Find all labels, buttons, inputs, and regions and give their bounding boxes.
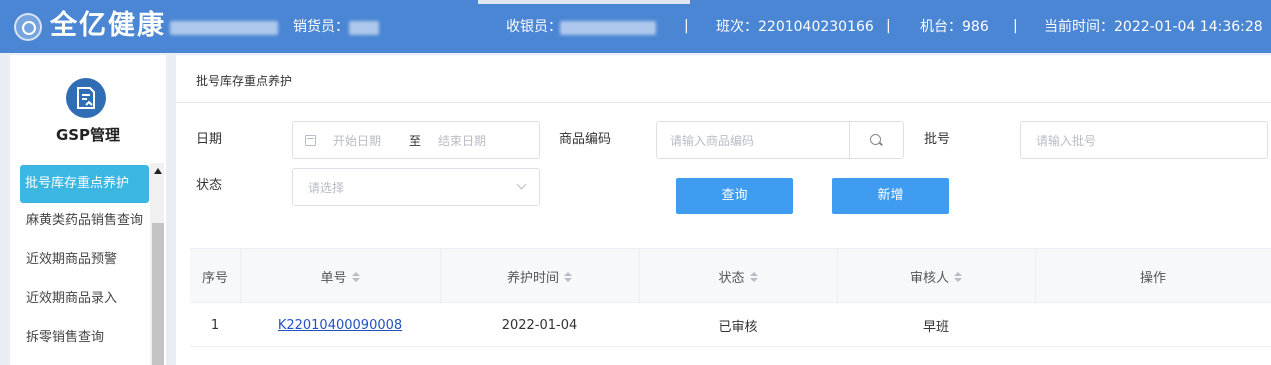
header-separator: | — [1013, 18, 1018, 34]
current-time: 当前时间：2022-01-04 14:36:28 — [1044, 19, 1263, 35]
gsp-module-icon — [66, 78, 106, 118]
chevron-down-icon — [516, 179, 527, 190]
header-top-strip — [478, 0, 690, 4]
col-reviewer-label: 审核人 — [909, 271, 949, 286]
sort-icon[interactable] — [351, 271, 360, 282]
row-index: 1 — [210, 317, 220, 333]
sort-icon[interactable] — [564, 271, 572, 282]
terminal-label: 机台：986 — [920, 19, 989, 35]
maintenance-table: 序号 单号 养护时间 状态 审核人 操作 1 K22010400090008 2… — [190, 248, 1271, 365]
status-select[interactable]: 请选择 — [292, 168, 540, 206]
table-row: 1 K22010400090008 2022-01-04 已审核 早班 — [190, 303, 1271, 347]
col-maintenance-time[interactable]: 养护时间 — [440, 249, 639, 304]
row-status: 已审核 — [718, 319, 758, 335]
col-reviewer[interactable]: 审核人 — [837, 249, 1035, 304]
calendar-icon — [305, 135, 316, 146]
status-placeholder: 请选择 — [308, 181, 345, 195]
order-no-link[interactable]: K22010400090008 — [278, 318, 402, 333]
header-separator: | — [886, 18, 891, 34]
main-panel: 批号库存重点养护 日期 开始日期 至 结束日期 商品编码 请输入商品编码 批号 … — [176, 55, 1271, 365]
batch-placeholder: 请输入批号 — [1036, 134, 1097, 148]
date-label: 日期 — [196, 132, 223, 147]
sidebar-item-ephedrine-sales[interactable]: 麻黄类药品销售查询 — [20, 202, 160, 240]
row-order-no-cell: K22010400090008 — [240, 303, 440, 347]
redacted-cashier — [560, 21, 656, 35]
col-actions-label: 操作 — [1139, 271, 1166, 286]
sort-icon[interactable] — [954, 271, 962, 282]
row-reviewer: 早班 — [922, 319, 949, 335]
salesperson-label: 销货员： — [293, 19, 349, 35]
status-label: 状态 — [196, 178, 223, 193]
row-time: 2022-01-04 — [501, 317, 578, 333]
search-icon — [870, 134, 881, 145]
add-button[interactable]: 新增 — [832, 178, 949, 214]
col-index-label: 序号 — [201, 271, 228, 286]
sidebar-item-batch-maintenance[interactable]: 批号库存重点养护 — [20, 165, 149, 203]
redacted-salesperson — [349, 21, 379, 35]
module-title: GSP管理 — [55, 126, 121, 144]
col-status[interactable]: 状态 — [639, 249, 837, 304]
logo-icon — [14, 13, 42, 41]
shift-label: 班次：2201040230166 — [716, 19, 874, 35]
sidebar-item-expiry-entry[interactable]: 近效期商品录入 — [20, 280, 160, 318]
col-order-no-label: 单号 — [320, 271, 347, 286]
cashier-label: 收银员： — [506, 19, 562, 35]
sidebar-scroll-thumb[interactable] — [152, 223, 164, 365]
row-actions — [1035, 303, 1271, 347]
col-order-no[interactable]: 单号 — [240, 249, 440, 304]
brand-title: 全亿健康 — [50, 10, 166, 41]
product-code-placeholder: 请输入商品编码 — [670, 134, 755, 148]
title-divider — [176, 102, 1271, 103]
col-index: 序号 — [190, 249, 240, 304]
sort-icon[interactable] — [749, 271, 758, 282]
end-date-input[interactable]: 结束日期 — [438, 133, 486, 149]
product-code-input[interactable]: 请输入商品编码 — [656, 121, 850, 159]
start-date-input[interactable]: 开始日期 — [333, 133, 381, 149]
batch-label: 批号 — [924, 132, 951, 147]
date-range-picker[interactable]: 开始日期 至 结束日期 — [292, 121, 540, 159]
scroll-up-icon[interactable] — [154, 168, 162, 174]
app-header: 全亿健康 销货员： 收银员： | 班次：2201040230166 | 机台：9… — [0, 0, 1271, 53]
redacted-store-name — [170, 21, 278, 35]
sidebar: GSP管理 批号库存重点养护 麻黄类药品销售查询 近效期商品预警 近效期商品录入… — [10, 55, 166, 365]
page-title: 批号库存重点养护 — [196, 74, 293, 88]
sidebar-item-expiry-warning[interactable]: 近效期商品预警 — [20, 241, 160, 279]
product-code-search-button[interactable] — [850, 121, 904, 159]
col-status-label: 状态 — [718, 271, 745, 286]
batch-input[interactable]: 请输入批号 — [1020, 121, 1268, 159]
range-separator: 至 — [409, 134, 422, 148]
header-separator: | — [684, 18, 689, 34]
col-time-label: 养护时间 — [506, 271, 559, 286]
col-actions: 操作 — [1035, 249, 1271, 304]
product-code-label: 商品编码 — [559, 132, 612, 147]
table-header: 序号 单号 养护时间 状态 审核人 操作 — [190, 248, 1271, 304]
query-button[interactable]: 查询 — [676, 178, 793, 214]
sidebar-item-split-sales[interactable]: 拆零销售查询 — [20, 319, 160, 357]
